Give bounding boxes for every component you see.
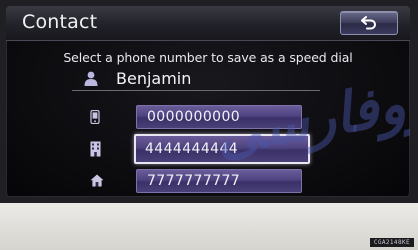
display-screen: Contact Select a phone number to save as…: [6, 6, 410, 197]
back-button[interactable]: [340, 11, 398, 35]
office-phone-icon: [90, 141, 101, 157]
instruction-text: Select a phone number to save as a speed…: [63, 50, 353, 65]
contact-name-row: Benjamin: [72, 68, 320, 91]
back-arrow-icon: [361, 16, 376, 30]
display-bezel: Contact Select a phone number to save as…: [0, 0, 418, 203]
bottom-strip: CGA2148KE: [0, 203, 418, 250]
figure-code: CGA2148KE: [369, 238, 414, 247]
page-title: Contact: [22, 11, 98, 33]
phone-number-button-selected[interactable]: 4444444444: [134, 134, 310, 164]
mobile-phone-icon: [90, 110, 100, 124]
header-bar: Contact: [6, 6, 410, 41]
phone-number-button[interactable]: 7777777777: [136, 169, 302, 193]
home-icon: [90, 174, 104, 187]
person-icon: [84, 71, 98, 86]
phone-number-button[interactable]: 0000000000: [136, 105, 302, 129]
contact-name: Benjamin: [116, 69, 192, 88]
